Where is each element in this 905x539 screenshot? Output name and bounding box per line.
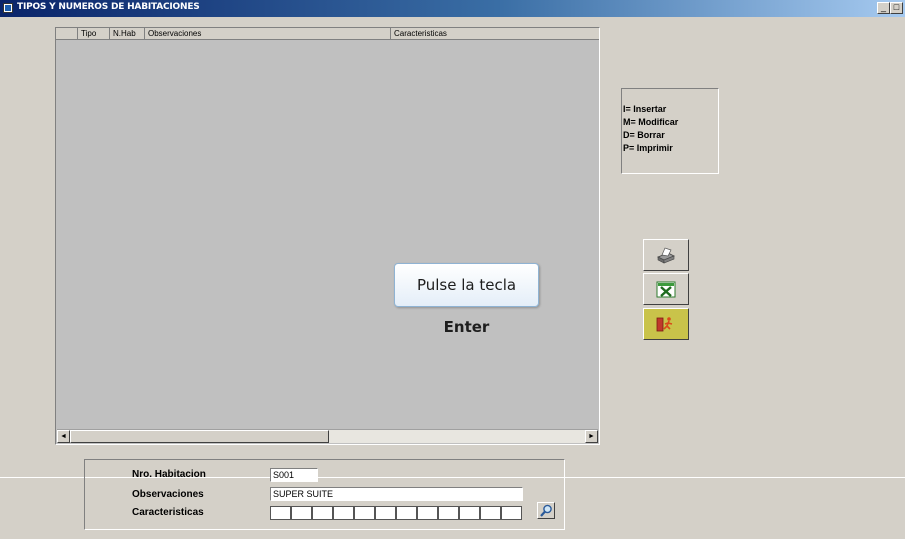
caracteristica-cell[interactable]: [354, 506, 375, 520]
column-header-nhab[interactable]: N.Hab: [110, 28, 145, 39]
grid-row-selector-header: [56, 28, 78, 39]
scroll-thumb[interactable]: [70, 430, 329, 443]
printer-icon: [657, 247, 675, 264]
excel-icon: [656, 281, 676, 298]
legend-modify: M= Modificar: [623, 117, 679, 127]
grid-header: Tipo N.Hab Observaciones Caracteristicas: [56, 28, 599, 40]
window-title: TIPOS Y NUMEROS DE HABITACIONES: [17, 2, 200, 12]
caracteristica-cell[interactable]: [480, 506, 501, 520]
caracteristica-cell[interactable]: [501, 506, 522, 520]
rooms-grid[interactable]: Tipo N.Hab Observaciones Caracteristicas…: [55, 27, 600, 445]
enter-hint-tooltip: Pulse la tecla Enter: [394, 263, 539, 336]
caracteristica-cell[interactable]: [459, 506, 480, 520]
scroll-left-button[interactable]: ◄: [57, 430, 70, 443]
column-header-observaciones[interactable]: Observaciones: [145, 28, 391, 39]
legend-delete: D= Borrar: [623, 130, 665, 140]
tooltip-text: Pulse la tecla: [416, 276, 517, 294]
column-header-caracteristicas[interactable]: Caracteristicas: [391, 28, 599, 39]
caracteristica-cell[interactable]: [396, 506, 417, 520]
export-excel-button[interactable]: [643, 273, 689, 305]
nro-habitacion-input[interactable]: S001: [270, 468, 318, 482]
exit-icon: [656, 317, 673, 332]
legend-insert: I= Insertar: [623, 104, 667, 114]
caracteristica-cell[interactable]: [270, 506, 291, 520]
caracteristicas-label: Caracteristicas: [132, 507, 204, 518]
maximize-button[interactable]: □: [890, 2, 903, 14]
caracteristica-cell[interactable]: [438, 506, 459, 520]
key-legend-panel: I= Insertar M= Modificar D= Borrar P= Im…: [621, 88, 719, 174]
window-titlebar: TIPOS Y NUMEROS DE HABITACIONES _ □: [0, 0, 905, 17]
minimize-button[interactable]: _: [877, 2, 890, 14]
caracteristica-cell[interactable]: [333, 506, 354, 520]
legend-print: P= Imprimir: [623, 143, 673, 153]
caracteristica-cell[interactable]: [375, 506, 396, 520]
scroll-right-button[interactable]: ►: [585, 430, 598, 443]
observaciones-label: Observaciones: [132, 489, 204, 500]
caracteristica-cell[interactable]: [312, 506, 333, 520]
app-icon: [3, 3, 13, 13]
caracteristica-cell[interactable]: [417, 506, 438, 520]
exit-button[interactable]: [643, 308, 689, 340]
grid-horizontal-scrollbar[interactable]: ◄ ►: [57, 429, 598, 443]
print-button[interactable]: [643, 239, 689, 271]
nro-habitacion-label: Nro. Habitacion: [132, 469, 206, 480]
search-button[interactable]: [537, 502, 555, 519]
column-header-tipo[interactable]: Tipo: [78, 28, 110, 39]
caracteristica-cell[interactable]: [291, 506, 312, 520]
observaciones-input[interactable]: SUPER SUITE: [270, 487, 523, 501]
magnifier-icon: [540, 504, 552, 517]
tooltip-key: Enter: [443, 318, 490, 336]
